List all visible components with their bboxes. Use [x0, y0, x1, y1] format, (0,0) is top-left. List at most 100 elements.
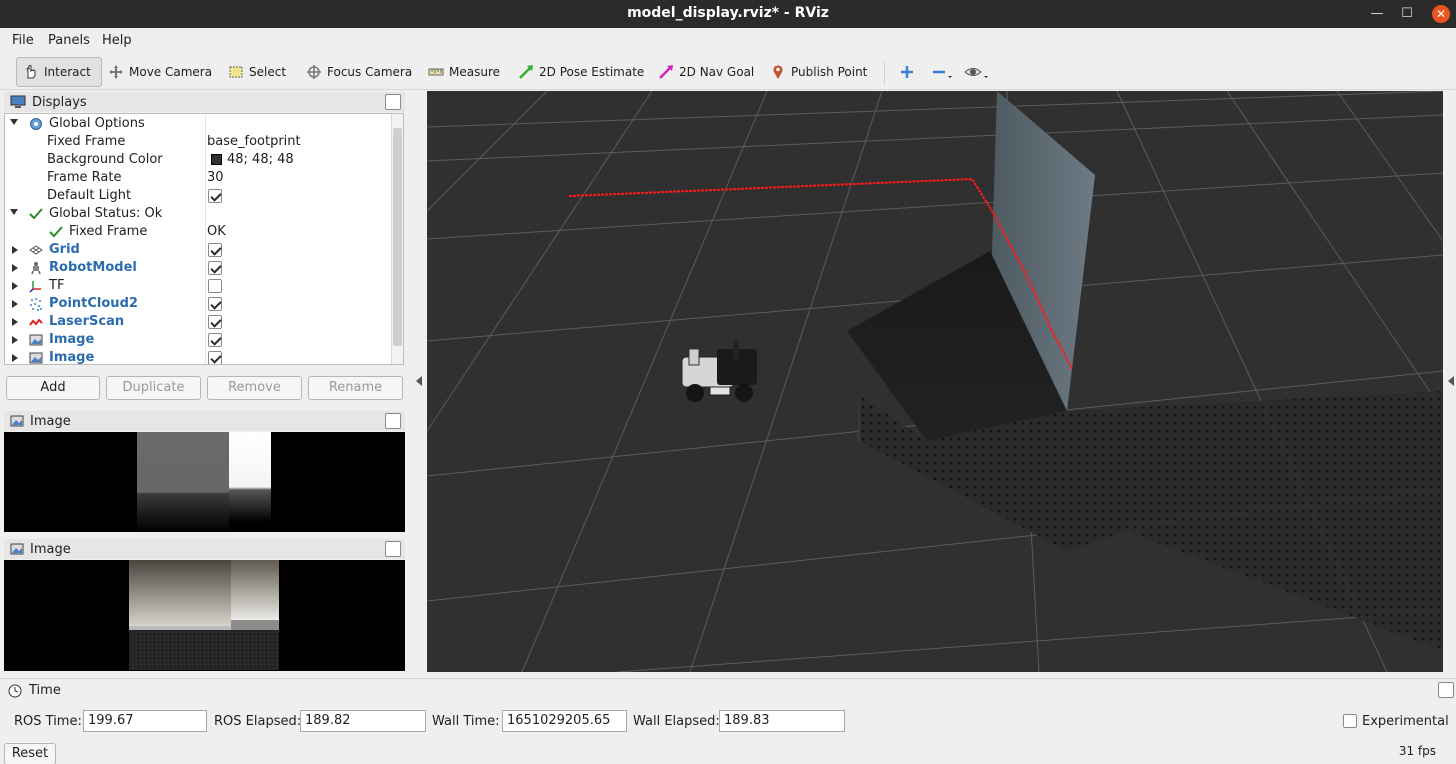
ros-time-label: ROS Time:	[14, 714, 82, 729]
map-pin-icon	[773, 65, 783, 79]
tf-checkbox[interactable]	[208, 279, 222, 293]
expand-arrow-icon[interactable]	[12, 300, 18, 308]
experimental-checkbox[interactable]	[1343, 714, 1357, 728]
expand-arrow-icon[interactable]	[12, 336, 18, 344]
menu-file[interactable]: File	[12, 33, 34, 48]
wall-elapsed-field[interactable]: 189.83	[719, 710, 845, 732]
tree-row-frame-rate[interactable]: Frame Rate 30	[5, 169, 395, 187]
tree-row-grid[interactable]: Grid	[5, 241, 395, 259]
image-2-checkbox[interactable]	[208, 351, 222, 364]
tree-row-robotmodel[interactable]: RobotModel	[5, 259, 395, 277]
tree-label: PointCloud2	[49, 296, 138, 311]
axes-icon	[29, 281, 41, 293]
grid-checkbox[interactable]	[208, 243, 222, 257]
move-camera-tool-button[interactable]: Move Camera	[102, 57, 218, 87]
interact-label: Interact	[44, 65, 91, 79]
default-light-checkbox[interactable]	[208, 189, 222, 203]
robot-icon	[31, 262, 41, 275]
tree-scrollbar[interactable]	[391, 114, 403, 364]
fixed-frame-value[interactable]: base_footprint	[207, 134, 301, 149]
move-camera-label: Move Camera	[129, 65, 213, 79]
minimize-icon[interactable]: —	[1368, 5, 1386, 23]
tree-label: TF	[49, 278, 65, 293]
image-1-checkbox[interactable]	[208, 333, 222, 347]
expand-arrow-icon[interactable]	[12, 354, 18, 362]
time-panel-undock-checkbox[interactable]	[1438, 682, 1454, 698]
publish-point-tool-button[interactable]: Publish Point	[764, 57, 873, 87]
image-icon	[29, 334, 43, 346]
select-label: Select	[249, 65, 287, 79]
menu-panels[interactable]: Panels	[48, 33, 90, 48]
ros-time-field[interactable]: 199.67	[83, 710, 207, 732]
remove-tool-button[interactable]	[925, 57, 959, 87]
color-swatch[interactable]	[211, 154, 222, 165]
tree-row-global-options[interactable]: Global Options	[5, 115, 395, 133]
eye-icon	[964, 68, 988, 78]
menu-help[interactable]: Help	[102, 33, 132, 48]
nav-goal-tool-button[interactable]: 2D Nav Goal	[652, 57, 760, 87]
duplicate-button[interactable]: Duplicate	[106, 376, 201, 400]
image-panel-2-header: Image	[4, 539, 405, 559]
tree-row-background-color[interactable]: Background Color 48; 48; 48	[5, 151, 395, 169]
tree-label: Fixed Frame	[47, 134, 126, 149]
experimental-label: Experimental	[1362, 714, 1449, 729]
menu-bar: File Panels Help	[0, 28, 1456, 54]
expand-arrow-icon[interactable]	[10, 209, 18, 215]
views-tool-button[interactable]	[958, 57, 996, 87]
collapse-right-arrow-icon[interactable]	[1448, 376, 1454, 386]
tree-row-image-2[interactable]: Image	[5, 349, 395, 364]
focus-camera-tool-button[interactable]: Focus Camera	[300, 57, 418, 87]
clock-icon	[8, 684, 22, 698]
collapse-left-arrow-icon[interactable]	[416, 376, 422, 386]
displays-undock-checkbox[interactable]	[385, 94, 401, 110]
scrollbar-thumb[interactable]	[393, 128, 402, 346]
ros-elapsed-field[interactable]: 189.82	[300, 710, 426, 732]
pose-estimate-tool-button[interactable]: 2D Pose Estimate	[512, 57, 650, 87]
measure-label: Measure	[449, 65, 500, 79]
tree-row-tf[interactable]: TF	[5, 277, 395, 295]
wall-time-label: Wall Time:	[432, 714, 500, 729]
grid-icon	[29, 245, 43, 255]
background-color-value[interactable]: 48; 48; 48	[227, 152, 294, 167]
expand-arrow-icon[interactable]	[12, 264, 18, 272]
tree-row-pointcloud2[interactable]: PointCloud2	[5, 295, 395, 313]
time-panel-title: Time	[29, 683, 61, 698]
tree-row-default-light[interactable]: Default Light	[5, 187, 395, 205]
tree-row-fixed-frame[interactable]: Fixed Frame base_footprint	[5, 133, 395, 151]
maximize-icon[interactable]: ☐	[1398, 5, 1416, 23]
expand-arrow-icon[interactable]	[10, 119, 18, 125]
fps-label: 31 fps	[1398, 744, 1436, 758]
3d-render-view[interactable]	[427, 91, 1443, 672]
robotmodel-checkbox[interactable]	[208, 261, 222, 275]
image-panel-1-undock-checkbox[interactable]	[385, 413, 401, 429]
add-button[interactable]: Add	[6, 376, 100, 400]
robot-model	[681, 341, 757, 402]
nav-goal-label: 2D Nav Goal	[679, 65, 755, 79]
tree-row-status-fixed-frame[interactable]: Fixed Frame OK	[5, 223, 395, 241]
pointcloud2-checkbox[interactable]	[208, 297, 222, 311]
expand-arrow-icon[interactable]	[12, 282, 18, 290]
expand-arrow-icon[interactable]	[12, 318, 18, 326]
tree-label: Fixed Frame	[69, 224, 148, 239]
tree-row-global-status[interactable]: Global Status: Ok	[5, 205, 395, 223]
wall-time-field[interactable]: 1651029205.65	[502, 710, 627, 732]
toolbar: Interact Move Camera Select Focus Camera…	[0, 54, 1456, 90]
measure-tool-button[interactable]: Measure	[422, 57, 506, 87]
add-tool-button[interactable]	[893, 57, 921, 87]
frame-rate-value[interactable]: 30	[207, 170, 224, 185]
rename-button[interactable]: Rename	[308, 376, 403, 400]
laserscan-checkbox[interactable]	[208, 315, 222, 329]
reset-button[interactable]: Reset	[4, 743, 56, 764]
interact-tool-button[interactable]: Interact	[16, 57, 102, 87]
remove-button[interactable]: Remove	[207, 376, 302, 400]
expand-arrow-icon[interactable]	[12, 246, 18, 254]
tree-label: Default Light	[47, 188, 132, 203]
tree-row-image-1[interactable]: Image	[5, 331, 395, 349]
tree-label: Grid	[49, 242, 80, 257]
tree-row-laserscan[interactable]: LaserScan	[5, 313, 395, 331]
time-panel: Time ROS Time: 199.67 ROS Elapsed: 189.8…	[0, 678, 1456, 764]
close-icon[interactable]: ✕	[1432, 5, 1450, 23]
select-tool-button[interactable]: Select	[222, 57, 292, 87]
plus-icon	[901, 66, 913, 78]
image-panel-2-undock-checkbox[interactable]	[385, 541, 401, 557]
